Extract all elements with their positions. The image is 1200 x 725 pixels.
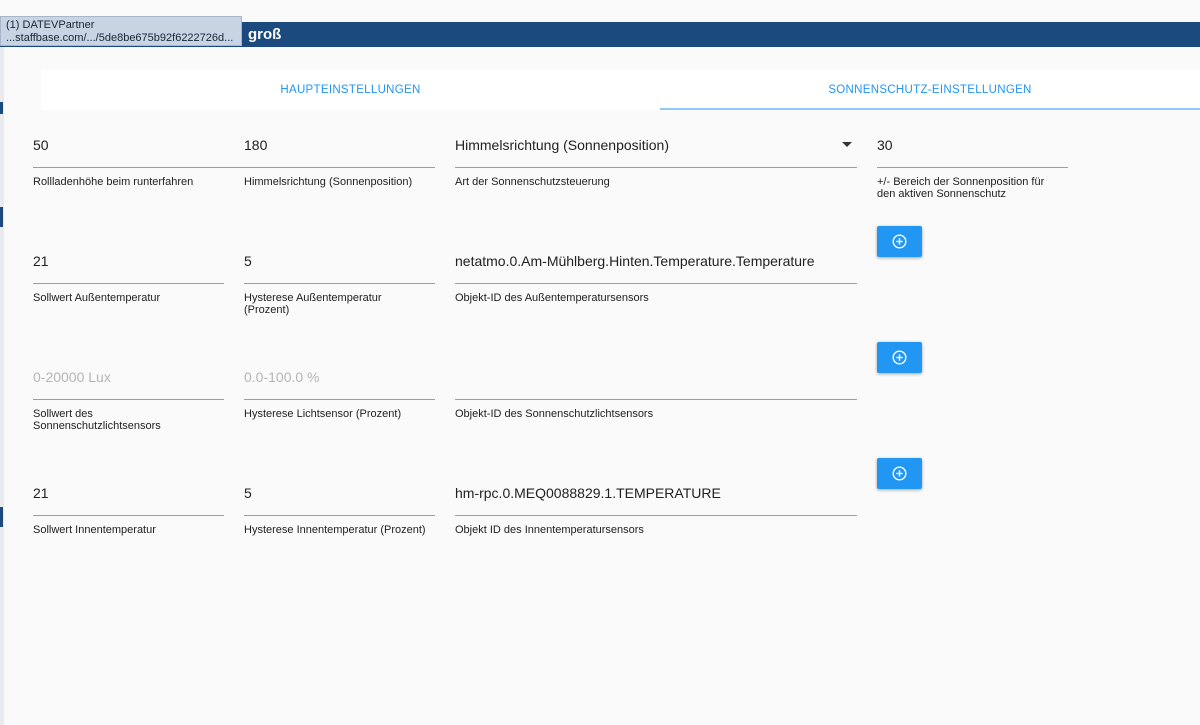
- add-outside-temp-sensor-button[interactable]: [877, 226, 922, 257]
- light-sensor-object-label: Objekt-ID des Sonnenschutzlichtsensors: [455, 408, 654, 420]
- plus-circle-icon: [892, 466, 907, 481]
- shutter-height-field[interactable]: 50 Rollladenhöhe beim runterfahren: [33, 134, 252, 188]
- input-underline: [455, 399, 857, 400]
- light-setpoint-label-line1: Sollwert des: [33, 408, 93, 420]
- sun-range-input[interactable]: 30: [877, 134, 1068, 156]
- inside-temp-setpoint-field[interactable]: 21 Sollwert Innentemperatur: [33, 482, 224, 536]
- input-underline: [33, 399, 224, 400]
- input-underline: [455, 167, 857, 168]
- inside-temp-setpoint-label: Sollwert Innentemperatur: [33, 524, 156, 536]
- light-hysteresis-label: Hysterese Lichtsensor (Prozent): [244, 408, 402, 420]
- inside-temp-object-field[interactable]: hm-rpc.0.MEQ0088829.1.TEMPERATURE Objekt…: [455, 482, 857, 536]
- background-marker: [0, 207, 3, 227]
- direction-input[interactable]: 180: [244, 134, 435, 156]
- outside-temp-hysteresis-input[interactable]: 5: [244, 250, 435, 272]
- tooltip-url: ...staffbase.com/.../5de8be675b92f622272…: [6, 32, 234, 44]
- add-light-sensor-button[interactable]: [877, 342, 922, 373]
- light-hysteresis-input[interactable]: 0.0-100.0 %: [244, 366, 435, 388]
- light-setpoint-label: Sollwert des Sonnenschutzlichtsensors: [33, 408, 161, 432]
- sun-range-label-line2: den aktiven Sonnenschutz: [877, 188, 1007, 200]
- plus-circle-icon: [892, 350, 907, 365]
- plus-circle-icon: [892, 234, 907, 249]
- tab-main-settings[interactable]: HAUPTEINSTELLUNGEN: [41, 70, 660, 110]
- light-sensor-object-field[interactable]: Objekt-ID des Sonnenschutzlichtsensors: [455, 366, 857, 420]
- background-marker: [0, 507, 3, 527]
- inside-temp-setpoint-input[interactable]: 21: [33, 482, 224, 504]
- outside-temp-object-label: Objekt-ID des Außentemperatursensors: [455, 292, 649, 304]
- inside-temp-object-input[interactable]: hm-rpc.0.MEQ0088829.1.TEMPERATURE: [455, 482, 857, 504]
- outside-temp-setpoint-label: Sollwert Außentemperatur: [33, 292, 161, 304]
- shutter-height-input[interactable]: 50: [33, 134, 252, 156]
- control-type-select[interactable]: Himmelsrichtung (Sonnenposition) Art der…: [455, 134, 857, 188]
- outside-temp-setpoint-input[interactable]: 21: [33, 250, 224, 272]
- sun-range-label-line1: +/- Bereich der Sonnenposition für: [877, 176, 1045, 188]
- inside-temp-hysteresis-label: Hysterese Innentemperatur (Prozent): [244, 524, 426, 536]
- input-underline: [244, 399, 435, 400]
- input-underline: [455, 515, 857, 516]
- input-underline: [33, 515, 224, 516]
- tooltip-title: (1) DATEVPartner: [6, 19, 95, 31]
- tab-sun-protection-settings[interactable]: SONNENSCHUTZ-EINSTELLUNGEN: [660, 70, 1200, 110]
- outside-temp-setpoint-field[interactable]: 21 Sollwert Außentemperatur: [33, 250, 224, 304]
- light-sensor-object-input[interactable]: [455, 366, 857, 388]
- input-underline: [33, 283, 224, 284]
- outside-temp-hysteresis-field[interactable]: 5 Hysterese Außentemperatur (Prozent): [244, 250, 435, 316]
- outside-temp-object-input[interactable]: netatmo.0.Am-Mühlberg.Hinten.Temperature…: [455, 250, 857, 272]
- active-tab-indicator: [660, 108, 1200, 110]
- add-inside-temp-sensor-button[interactable]: [877, 458, 922, 489]
- control-type-value[interactable]: Himmelsrichtung (Sonnenposition): [455, 134, 857, 156]
- input-underline: [244, 283, 435, 284]
- caret-down-icon[interactable]: [842, 142, 852, 147]
- light-hysteresis-field[interactable]: 0.0-100.0 % Hysterese Lichtsensor (Proze…: [244, 366, 435, 420]
- settings-tabs: HAUPTEINSTELLUNGEN SONNENSCHUTZ-EINSTELL…: [41, 70, 1200, 110]
- outside-temp-hysteresis-label: Hysterese Außentemperatur (Prozent): [244, 292, 382, 316]
- direction-label: Himmelsrichtung (Sonnenposition): [244, 176, 413, 188]
- light-setpoint-field[interactable]: 0-20000 Lux Sollwert des Sonnenschutzlic…: [33, 366, 224, 432]
- inside-temp-hysteresis-input[interactable]: 5: [244, 482, 435, 504]
- inside-temp-hysteresis-field[interactable]: 5 Hysterese Innentemperatur (Prozent): [244, 482, 435, 536]
- header-title: groß: [248, 26, 282, 43]
- light-setpoint-input[interactable]: 0-20000 Lux: [33, 366, 224, 388]
- inside-temp-object-label: Objekt ID des Innentemperatursensors: [455, 524, 644, 536]
- shutter-height-label: Rollladenhöhe beim runterfahren: [33, 176, 194, 188]
- input-underline: [455, 283, 857, 284]
- input-underline: [33, 167, 252, 168]
- input-underline: [877, 167, 1068, 168]
- input-underline: [244, 515, 435, 516]
- direction-field[interactable]: 180 Himmelsrichtung (Sonnenposition): [244, 134, 435, 188]
- outside-temp-hysteresis-label-line2: (Prozent): [244, 304, 290, 316]
- sun-range-label: +/- Bereich der Sonnenposition für den a…: [877, 176, 1044, 200]
- control-type-label: Art der Sonnenschutzsteuerung: [455, 176, 610, 188]
- outside-temp-object-field[interactable]: netatmo.0.Am-Mühlberg.Hinten.Temperature…: [455, 250, 857, 304]
- background-page-edge: [0, 47, 4, 725]
- link-tooltip: (1) DATEVPartner ...staffbase.com/.../5d…: [0, 16, 242, 46]
- input-underline: [244, 167, 435, 168]
- background-marker: [0, 102, 3, 114]
- sun-range-field[interactable]: 30 +/- Bereich der Sonnenposition für de…: [877, 134, 1068, 200]
- light-setpoint-label-line2: Sonnenschutzlichtsensors: [33, 420, 161, 432]
- outside-temp-hysteresis-label-line1: Hysterese Außentemperatur: [244, 292, 382, 304]
